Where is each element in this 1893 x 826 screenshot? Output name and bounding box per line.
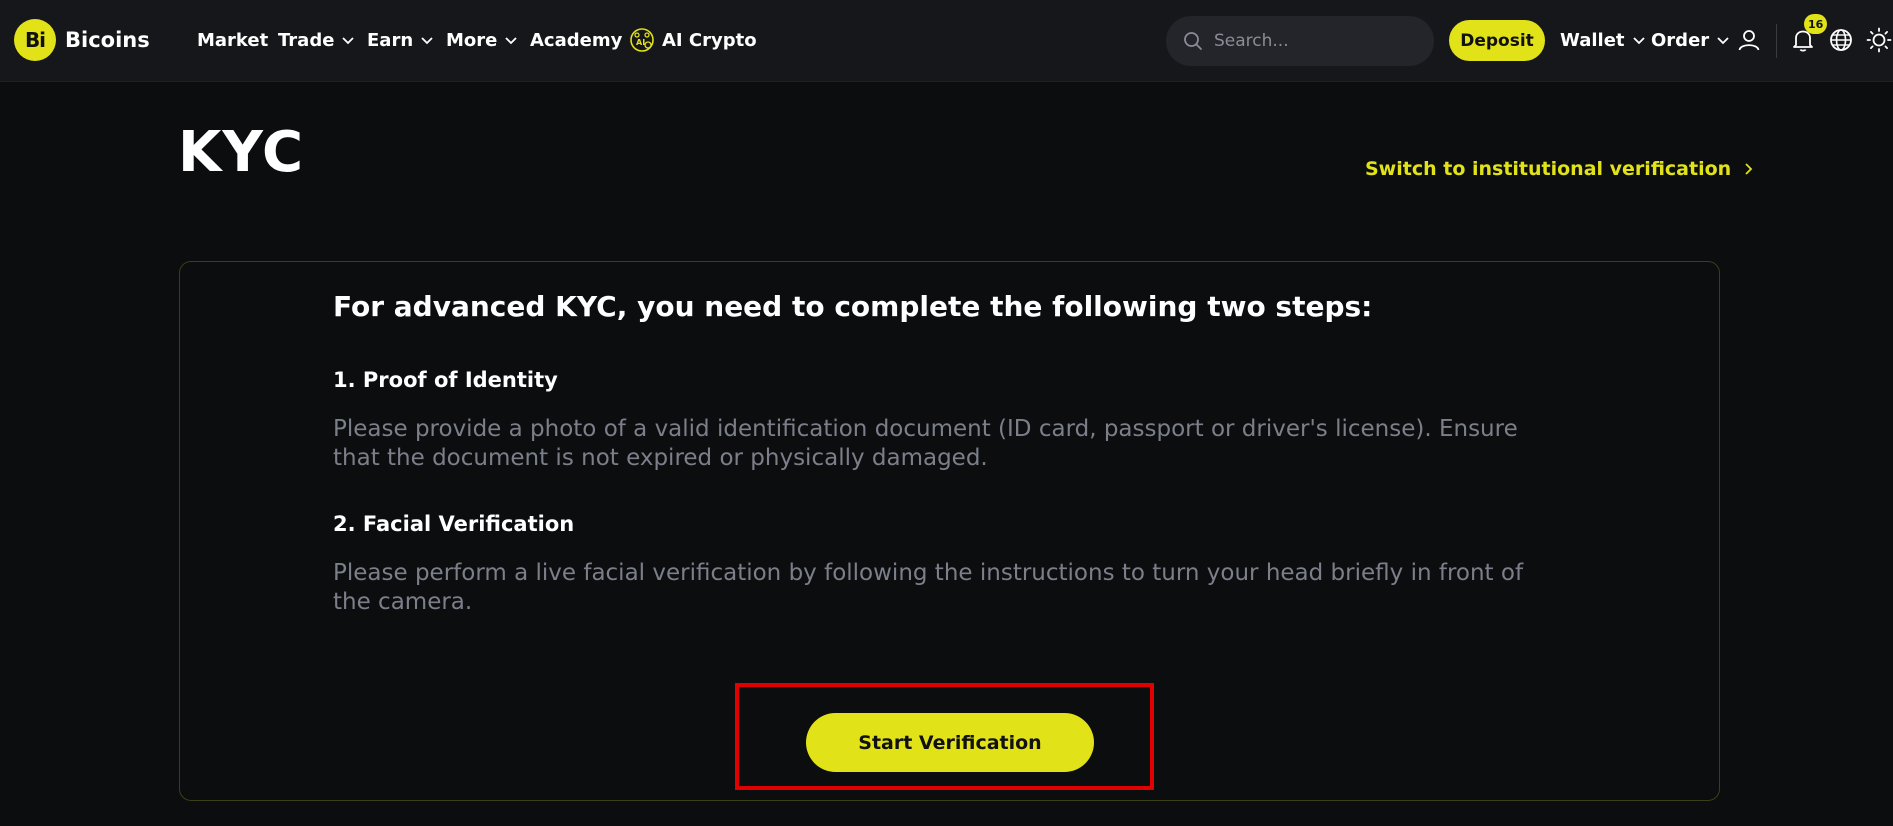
search-input[interactable] — [1214, 31, 1414, 51]
nav-ai-crypto-label: AI Crypto — [662, 29, 757, 51]
sun-icon — [1866, 27, 1892, 53]
start-verification-button[interactable]: Start Verification — [806, 713, 1094, 772]
logo-mark-icon: Bi — [14, 19, 56, 61]
ai-brain-icon: AI — [630, 28, 654, 52]
chevron-down-icon — [1632, 37, 1645, 45]
nav-academy[interactable]: Academy — [530, 27, 622, 53]
globe-icon — [1830, 29, 1852, 51]
step-proof-of-identity-description: Please provide a photo of a valid identi… — [333, 416, 1518, 471]
switch-institutional-link[interactable]: Switch to institutional verification — [1365, 158, 1755, 180]
nav-market[interactable]: Market — [197, 27, 268, 53]
svg-text:AI: AI — [636, 38, 645, 47]
nav-ai-crypto[interactable]: AI AI Crypto — [628, 27, 757, 53]
nav-academy-label: Academy — [530, 29, 623, 51]
user-account-button[interactable] — [1735, 26, 1763, 54]
brand-name: Bicoins — [65, 28, 150, 52]
theme-toggle-button[interactable] — [1865, 26, 1893, 54]
chevron-down-icon — [421, 37, 433, 45]
language-button[interactable] — [1827, 26, 1855, 54]
notification-count-badge: 16 — [1804, 14, 1828, 34]
search-box[interactable] — [1166, 16, 1434, 66]
brand-logo[interactable]: Bi Bicoins — [14, 19, 150, 61]
nav-earn[interactable]: Earn — [367, 27, 434, 53]
step-facial-verification-description: Please perform a live facial verificatio… — [333, 560, 1524, 615]
nav-wallet[interactable]: Wallet — [1560, 27, 1646, 53]
step-proof-of-identity-title: 1. Proof of Identity — [333, 368, 558, 392]
switch-institutional-label: Switch to institutional verification — [1365, 158, 1732, 180]
nav-trade[interactable]: Trade — [278, 27, 355, 53]
nav-more[interactable]: More — [446, 27, 518, 53]
nav-trade-label: Trade — [278, 29, 335, 51]
chevron-down-icon — [505, 37, 518, 45]
nav-order-label: Order — [1651, 29, 1710, 51]
kyc-steps-heading: For advanced KYC, you need to complete t… — [333, 290, 1373, 323]
chevron-right-icon — [1745, 163, 1753, 175]
nav-order[interactable]: Order — [1651, 27, 1730, 53]
step-facial-verification-title: 2. Facial Verification — [333, 512, 575, 536]
page-title: KYC — [178, 120, 305, 185]
deposit-button[interactable]: Deposit — [1449, 20, 1545, 61]
search-icon — [1184, 32, 1202, 50]
user-icon — [1738, 30, 1760, 51]
nav-more-label: More — [446, 29, 498, 51]
nav-wallet-label: Wallet — [1560, 29, 1625, 51]
chevron-down-icon — [1717, 37, 1729, 45]
nav-market-label: Market — [197, 29, 269, 51]
nav-earn-label: Earn — [367, 29, 414, 51]
chevron-down-icon — [342, 37, 355, 45]
top-navbar: Bi Bicoins Market Trade Earn More Academ… — [0, 0, 1893, 82]
header-divider — [1776, 24, 1777, 58]
